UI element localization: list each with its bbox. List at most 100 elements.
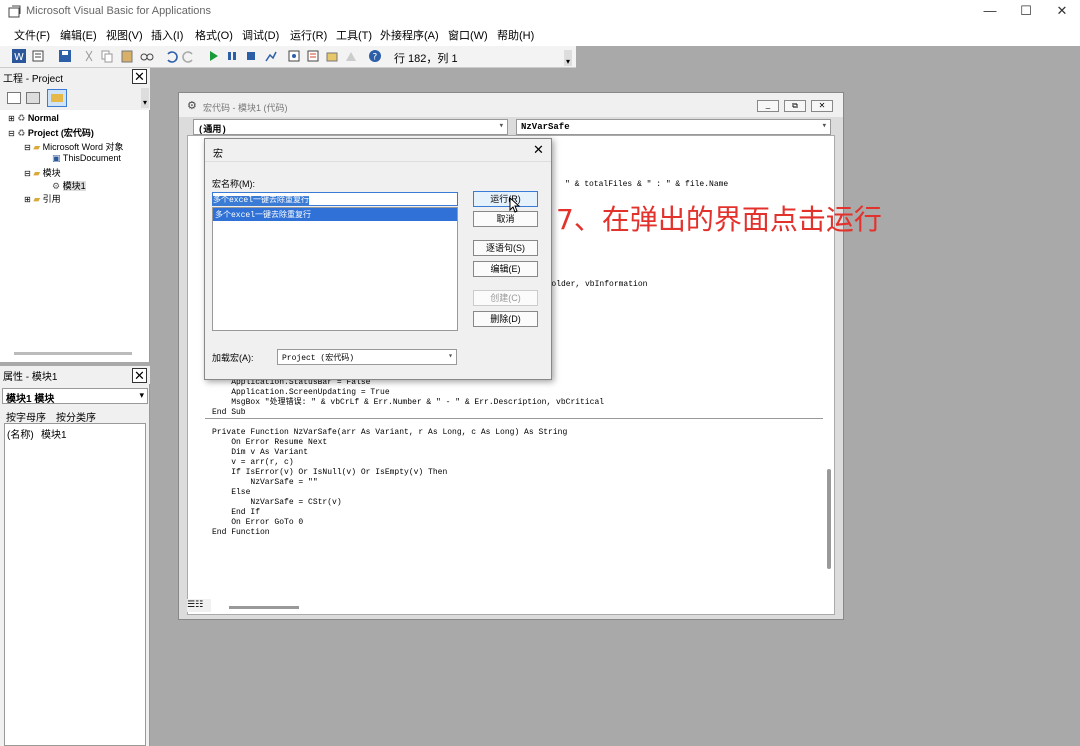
tree-item-word-objects[interactable]: ⊟ ▰ Microsoft Word 对象	[24, 140, 124, 153]
reset-icon[interactable]	[244, 49, 258, 63]
project-explorer-icon[interactable]	[287, 49, 301, 63]
code-minimize-button[interactable]: _	[757, 100, 779, 112]
macro-dialog: 宏 ✕ 宏名称(M): 多个excel一键去除重复行 多个excel一键去除重复…	[204, 138, 552, 380]
macros-in-label: 加载宏(A):	[212, 353, 254, 363]
object-combo[interactable]: (通用) ▾	[193, 119, 508, 135]
tutorial-annotation: 7、在弹出的界面点击运行	[556, 203, 882, 236]
edit-button[interactable]: 编辑(E)	[473, 261, 538, 277]
delete-button[interactable]: 删除(D)	[473, 311, 538, 327]
view-code-icon[interactable]	[7, 92, 21, 104]
menu-window[interactable]: 窗口(W)	[448, 27, 488, 43]
help-icon[interactable]: ?	[368, 49, 382, 63]
tree-item-modules[interactable]: ⊟ ▰ 模块	[24, 166, 61, 179]
code-line: Private Function NzVarSafe(arr As Varian…	[212, 428, 568, 437]
code-restore-button[interactable]: ⧉	[784, 100, 806, 112]
properties-grid	[4, 423, 146, 746]
properties-object-select[interactable]: 模块1 模块 ▾	[2, 388, 148, 405]
properties-close-icon[interactable]: ✕	[132, 368, 147, 383]
code-line: End Function	[212, 528, 270, 537]
close-button[interactable]: ✕	[1044, 0, 1080, 24]
cancel-button[interactable]: 取消	[473, 211, 538, 227]
undo-icon[interactable]	[164, 49, 178, 63]
project-title: 工程 - Project	[3, 74, 64, 85]
properties-window-icon[interactable]	[306, 49, 320, 63]
tree-item-normal[interactable]: ⊞ ♻ Normal	[8, 113, 59, 124]
menu-file[interactable]: 文件(F)	[14, 27, 50, 43]
code-line: On Error GoTo 0	[212, 518, 304, 527]
paste-icon[interactable]	[120, 49, 134, 63]
code-line: On Error Resume Next	[212, 438, 328, 447]
code-view-buttons[interactable]: ☰☷	[187, 599, 211, 612]
code-window-titlebar: ⚙ 宏代码 - 模块1 (代码) _ ⧉ ✕	[179, 93, 843, 117]
macro-name-label: 宏名称(M):	[212, 179, 255, 189]
code-line: NzVarSafe = CStr(v)	[212, 498, 342, 507]
project-toolbar	[0, 86, 150, 110]
project-toolbar-overflow-icon[interactable]: ▾	[141, 88, 149, 108]
view-object-icon[interactable]	[26, 92, 40, 104]
code-close-button[interactable]: ✕	[811, 100, 833, 112]
macro-list-item[interactable]: 多个excel一键去除重复行	[213, 208, 457, 221]
menu-tools[interactable]: 工具(T)	[336, 27, 372, 43]
tab-categorized[interactable]: 按分类序	[56, 409, 96, 424]
code-line: End Sub	[212, 408, 246, 417]
maximize-button[interactable]: ☐	[1008, 0, 1044, 24]
project-header: 工程 - Project	[0, 68, 150, 86]
project-hscroll[interactable]	[14, 352, 132, 355]
menu-run[interactable]: 运行(R)	[290, 27, 327, 43]
macros-in-select[interactable]: Project (宏代码) ▾	[277, 349, 457, 365]
properties-header: 属性 - 模块1	[0, 366, 150, 384]
cursor-position: 行 182，列 1	[394, 53, 458, 65]
word-icon[interactable]: W	[12, 49, 26, 63]
break-icon[interactable]	[225, 49, 239, 63]
svg-text:?: ?	[373, 53, 378, 63]
tree-item-project[interactable]: ⊟ ♻ Project (宏代码)	[8, 126, 94, 139]
run-icon[interactable]	[206, 49, 220, 63]
dialog-divider	[205, 161, 551, 162]
step-into-button[interactable]: 逐语句(S)	[473, 240, 538, 256]
find-icon[interactable]	[140, 49, 154, 63]
code-window-icon: ⚙	[187, 100, 197, 112]
macro-list[interactable]: 多个excel一键去除重复行	[212, 207, 458, 331]
copy-icon[interactable]	[100, 49, 114, 63]
menu-view[interactable]: 视图(V)	[106, 27, 143, 43]
dialog-close-icon[interactable]: ✕	[533, 142, 544, 158]
code-line: NzVarSafe = ""	[212, 478, 318, 487]
minimize-button[interactable]: —	[972, 0, 1008, 24]
code-hscroll[interactable]	[229, 606, 299, 609]
tree-item-references[interactable]: ⊞ ▰ 引用	[24, 192, 61, 205]
menu-edit[interactable]: 编辑(E)	[60, 27, 97, 43]
code-line: Dim v As Variant	[212, 448, 309, 457]
run-button[interactable]: 运行(R)	[473, 191, 538, 207]
save-icon[interactable]	[58, 49, 72, 63]
code-line: End If	[212, 508, 261, 517]
tree-item-thisdocument[interactable]: ▣ ThisDocument	[52, 153, 121, 164]
menu-format[interactable]: 格式(O)	[195, 27, 233, 43]
property-value[interactable]: 模块1	[41, 426, 67, 441]
cut-icon[interactable]	[82, 49, 96, 63]
create-button[interactable]: 创建(C)	[473, 290, 538, 306]
title-bar: Microsoft Visual Basic for Applications …	[0, 0, 1080, 24]
code-line: Application.ScreenUpdating = True	[212, 388, 390, 397]
vba-app-icon	[8, 5, 21, 18]
object-browser-icon[interactable]	[325, 49, 339, 63]
tree-item-module1[interactable]: ⚙ 模块1	[52, 179, 86, 192]
insert-module-icon[interactable]	[32, 49, 46, 63]
redo-icon[interactable]	[182, 49, 196, 63]
property-name: (名称)	[7, 430, 34, 441]
toolbox-icon[interactable]	[344, 49, 358, 63]
window-title: Microsoft Visual Basic for Applications	[26, 5, 212, 17]
procedure-combo[interactable]: NzVarSafe ▾	[516, 119, 831, 135]
toggle-folders-icon[interactable]	[47, 89, 67, 107]
menu-help[interactable]: 帮助(H)	[497, 27, 534, 43]
properties-title: 属性 - 模块1	[3, 372, 58, 383]
code-line: utFolder, vbInformation	[537, 280, 648, 289]
menu-addins[interactable]: 外接程序(A)	[380, 27, 439, 43]
macro-name-input[interactable]: 多个excel一键去除重复行	[212, 192, 458, 206]
project-close-icon[interactable]: ✕	[132, 69, 147, 84]
menu-debug[interactable]: 调试(D)	[242, 27, 279, 43]
toolbar-overflow-icon[interactable]: ▾	[564, 50, 572, 66]
design-mode-icon[interactable]	[264, 49, 278, 63]
tab-alphabetic[interactable]: 按字母序	[6, 409, 46, 424]
menu-insert[interactable]: 插入(I)	[151, 27, 183, 43]
